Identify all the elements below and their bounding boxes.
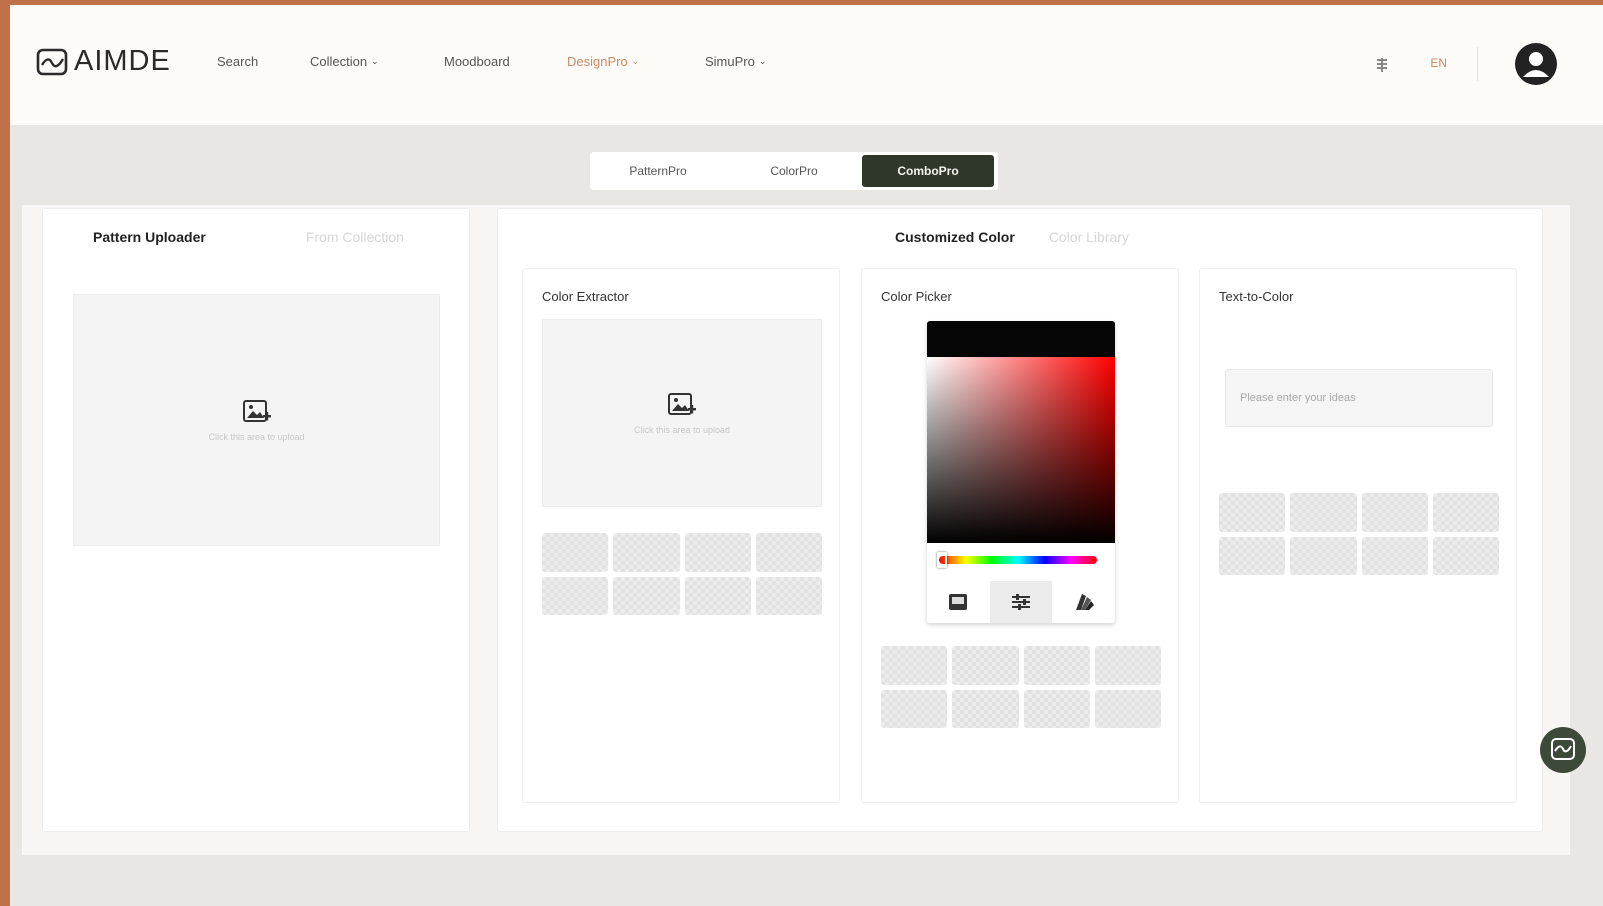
pattern-panel: Pattern Uploader From Collection Click t… bbox=[42, 208, 470, 832]
color-swatch[interactable] bbox=[1361, 536, 1428, 575]
extractor-upload-area[interactable]: Click this area to upload bbox=[542, 319, 822, 507]
chevron-down-icon: ⌄ bbox=[371, 56, 379, 66]
color-swatch[interactable] bbox=[881, 646, 948, 685]
text-to-color-card: Text-to-Color bbox=[1199, 268, 1517, 803]
color-panel-tabs: Customized Color Color Library bbox=[895, 229, 1129, 245]
color-swatch[interactable] bbox=[684, 533, 751, 572]
color-swatch[interactable] bbox=[952, 689, 1019, 728]
color-swatch[interactable] bbox=[1432, 536, 1499, 575]
swatches-icon bbox=[1075, 594, 1094, 610]
user-icon bbox=[1523, 52, 1549, 77]
text-to-color-title: Text-to-Color bbox=[1219, 289, 1294, 304]
add-image-icon bbox=[242, 400, 271, 422]
pattern-upload-area[interactable]: Click this area to upload bbox=[73, 294, 440, 546]
tab-combopro[interactable]: ComboPro bbox=[862, 155, 994, 187]
color-swatch[interactable] bbox=[1361, 493, 1428, 532]
selected-color-preview bbox=[927, 321, 1115, 357]
tab-pattern-uploader[interactable]: Pattern Uploader bbox=[93, 229, 206, 245]
color-swatch[interactable] bbox=[1290, 536, 1357, 575]
chevron-down-icon: ⌄ bbox=[631, 56, 640, 66]
translate-icon[interactable] bbox=[1375, 58, 1389, 72]
app-frame: AIMDE Search Collection ⌄ Moodboard Desi… bbox=[10, 5, 1603, 906]
nav-collection-label: Collection bbox=[310, 54, 368, 69]
sliders-icon bbox=[1012, 594, 1030, 610]
color-picker-card: Color Picker bbox=[861, 268, 1179, 803]
mode-tabs: PatternPro ColorPro ComboPro bbox=[590, 152, 998, 190]
workspace: Pattern Uploader From Collection Click t… bbox=[22, 205, 1570, 855]
chevron-down-icon: ⌄ bbox=[758, 56, 767, 66]
color-swatch[interactable] bbox=[542, 576, 609, 615]
color-extractor-card: Color Extractor Click this area to uploa… bbox=[522, 268, 840, 803]
nav-moodboard-label: Moodboard bbox=[444, 54, 510, 69]
logo-icon bbox=[1551, 738, 1575, 760]
tab-color-library[interactable]: Color Library bbox=[1049, 229, 1129, 245]
upload-hint: Click this area to upload bbox=[208, 432, 305, 442]
tab-patternpro[interactable]: PatternPro bbox=[590, 155, 726, 187]
extracted-swatches bbox=[542, 533, 822, 615]
ideas-input[interactable] bbox=[1225, 369, 1493, 427]
hue-slider[interactable] bbox=[939, 556, 1097, 564]
top-navbar: AIMDE Search Collection ⌄ Moodboard Desi… bbox=[10, 5, 1603, 125]
nav-designpro[interactable]: DesignPro ⌄ bbox=[567, 54, 639, 69]
nav-simupro-label: SimuPro bbox=[705, 54, 755, 69]
color-swatch[interactable] bbox=[1219, 493, 1286, 532]
pattern-panel-tabs: Pattern Uploader From Collection bbox=[93, 229, 404, 245]
hue-slider-handle[interactable] bbox=[937, 552, 948, 568]
color-swatch[interactable] bbox=[542, 533, 609, 572]
color-swatch[interactable] bbox=[1432, 493, 1499, 532]
picker-swatches bbox=[881, 646, 1161, 728]
color-swatch[interactable] bbox=[1290, 493, 1357, 532]
sliders-mode-button[interactable] bbox=[989, 581, 1053, 623]
color-swatch[interactable] bbox=[1023, 646, 1090, 685]
nav-search-label: Search bbox=[217, 54, 259, 69]
color-swatch[interactable] bbox=[684, 576, 751, 615]
picker-modes bbox=[927, 581, 1115, 623]
saturation-area[interactable] bbox=[927, 357, 1115, 543]
color-swatch[interactable] bbox=[881, 689, 948, 728]
logo-icon bbox=[36, 48, 68, 75]
color-swatch[interactable] bbox=[613, 576, 680, 615]
language-switch[interactable]: EN bbox=[1430, 56, 1447, 70]
color-swatch[interactable] bbox=[1219, 536, 1286, 575]
color-swatch[interactable] bbox=[755, 576, 822, 615]
nav-simupro[interactable]: SimuPro ⌄ bbox=[705, 54, 766, 69]
color-extractor-title: Color Extractor bbox=[542, 289, 629, 304]
tab-colorpro[interactable]: ColorPro bbox=[726, 155, 862, 187]
palette-icon bbox=[949, 594, 968, 610]
color-picker-title: Color Picker bbox=[881, 289, 952, 304]
swatches-mode-button[interactable] bbox=[1052, 581, 1115, 623]
color-swatch[interactable] bbox=[1094, 646, 1161, 685]
color-swatch[interactable] bbox=[1094, 689, 1161, 728]
upload-hint: Click this area to upload bbox=[633, 425, 731, 435]
tab-from-collection[interactable]: From Collection bbox=[306, 229, 404, 245]
logo[interactable]: AIMDE bbox=[36, 45, 171, 78]
nav-moodboard[interactable]: Moodboard bbox=[444, 54, 510, 69]
logo-text: AIMDE bbox=[74, 45, 171, 77]
palette-mode-button[interactable] bbox=[927, 581, 990, 623]
color-swatch[interactable] bbox=[613, 533, 680, 572]
add-image-icon bbox=[668, 393, 696, 415]
color-swatch[interactable] bbox=[1023, 689, 1090, 728]
floating-assistant-button[interactable] bbox=[1540, 727, 1586, 773]
text-color-swatches bbox=[1219, 493, 1499, 575]
header-divider bbox=[1477, 47, 1478, 81]
user-avatar[interactable] bbox=[1515, 43, 1557, 85]
color-swatch[interactable] bbox=[755, 533, 822, 572]
nav-search[interactable]: Search bbox=[217, 54, 258, 69]
nav-collection[interactable]: Collection ⌄ bbox=[310, 54, 379, 69]
color-swatch[interactable] bbox=[952, 646, 1019, 685]
nav-designpro-label: DesignPro bbox=[567, 54, 628, 69]
tab-customized-color[interactable]: Customized Color bbox=[895, 229, 1015, 245]
color-picker bbox=[927, 321, 1115, 623]
